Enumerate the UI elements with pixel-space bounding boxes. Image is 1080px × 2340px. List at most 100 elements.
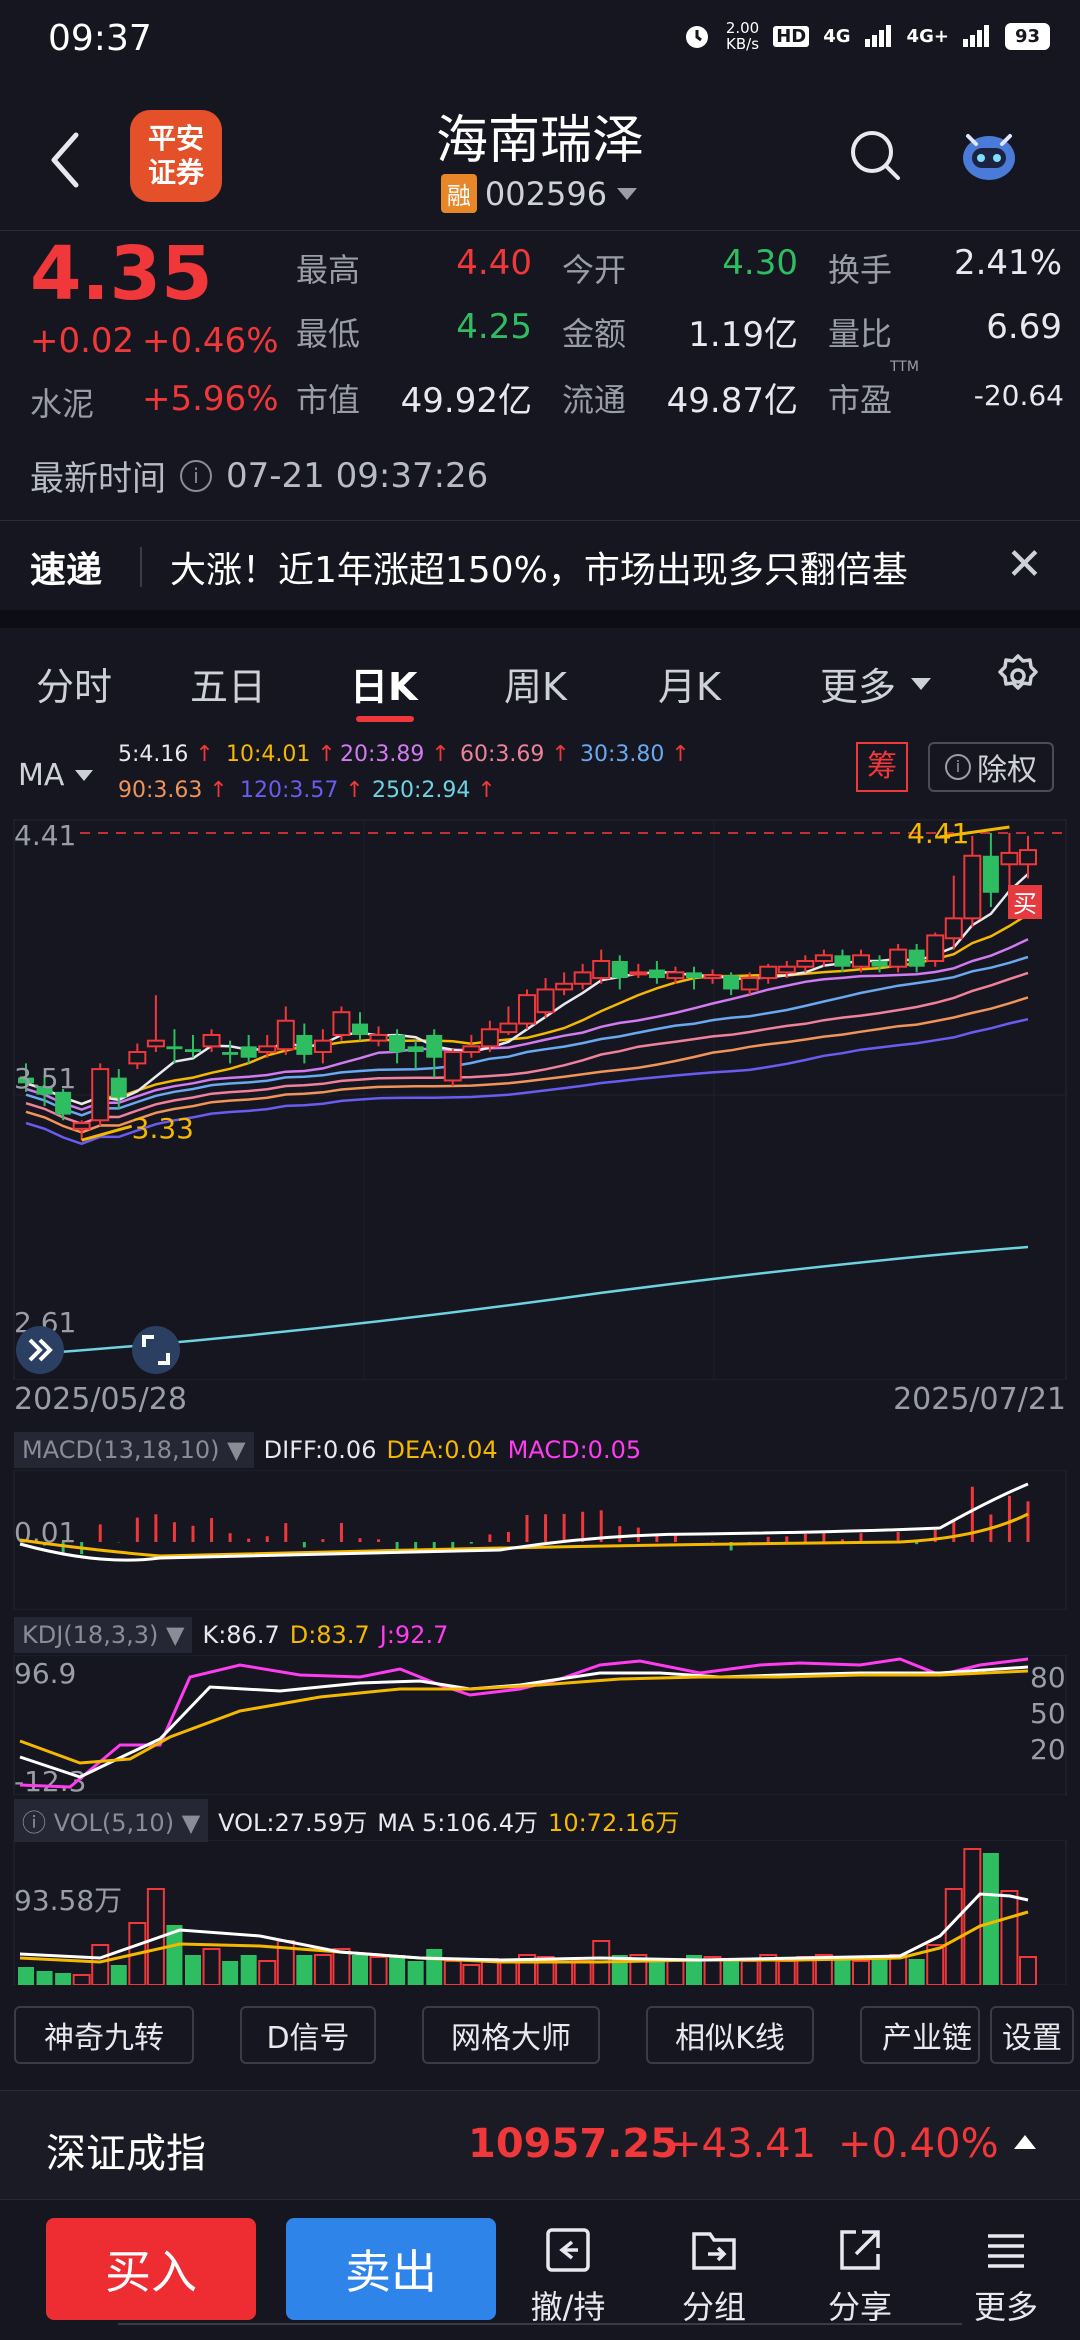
expand-up-icon[interactable] — [1014, 2135, 1036, 2149]
volume-bar — [648, 1959, 665, 1985]
volume-bars — [18, 1848, 1037, 1985]
tab-more[interactable]: 更多 — [820, 656, 932, 711]
tool-industry-chain[interactable]: 产业链 — [860, 2006, 980, 2064]
macd-dea: DEA:0.04 — [386, 1436, 498, 1464]
macd-dea-line — [19, 1512, 1029, 1558]
broker-logo[interactable]: 平安 证券 — [130, 110, 222, 202]
news-tag: 速递 — [30, 550, 103, 591]
ma90-label: 90:3.63 ↑ — [118, 778, 228, 803]
nav-share[interactable]: 分享 — [800, 2224, 920, 2328]
candle-body — [611, 961, 628, 979]
tab-five-day[interactable]: 五日 — [190, 656, 266, 711]
open-label: 今开 — [562, 251, 627, 289]
candle-body — [389, 1034, 406, 1053]
buy-signal-tag[interactable]: 买 — [1008, 885, 1042, 919]
close-icon[interactable]: ✕ — [1006, 539, 1043, 590]
macd-selector[interactable]: MACD(13,18,10) ▼ — [14, 1432, 254, 1468]
volume-selector[interactable]: ⓘ VOL(5,10) ▼ — [14, 1798, 209, 1842]
candle-body — [648, 969, 665, 979]
tool-magic-nine[interactable]: 神奇九转 — [14, 2006, 194, 2064]
volume-bar — [72, 1974, 91, 1985]
kdj-selector[interactable]: KDJ(18,3,3) ▼ — [14, 1617, 193, 1653]
index-change: +43.41 — [668, 2121, 817, 2167]
candle-body — [462, 1045, 481, 1054]
ma10-label: 10:4.01 ↑ — [226, 742, 336, 767]
index-ticker[interactable]: 深证成指 10957.25 +43.41 +0.40% — [0, 2090, 1080, 2200]
macd-chart[interactable]: 0.01 — [0, 1470, 1080, 1610]
price-change: +0.02 — [30, 321, 135, 361]
search-button[interactable] — [848, 128, 902, 182]
sector-name[interactable]: 水泥 — [30, 379, 94, 425]
tab-monthly-k[interactable]: 月K — [658, 656, 721, 711]
volume-axis-label: 93.58万 — [14, 1884, 122, 1917]
tab-weekly-k[interactable]: 周K — [504, 656, 567, 711]
volume-header: ⓘ VOL(5,10) ▼ VOL:27.59万 MA 5:106.4万 10:… — [14, 1798, 680, 1842]
turnover-label: 换手 — [828, 251, 893, 289]
ma-indicator-dropdown[interactable]: MA — [18, 758, 94, 793]
kdj-k: K:86.7 — [202, 1621, 280, 1649]
candle-body — [686, 972, 702, 979]
period-tabs: 分时 五日 日K 周K 月K 更多 — [0, 630, 1080, 730]
sector-change-pct: +5.96% — [142, 379, 279, 419]
pe-value: -20.64 — [973, 379, 1064, 412]
chip-distribution-button[interactable]: 筹 — [856, 742, 908, 792]
kline-chart[interactable]: 4.41 3.51 2.61 4.41 3.33 买 — [0, 815, 1080, 1380]
y-axis-mid: 3.51 — [14, 1062, 76, 1095]
fullscreen-button[interactable] — [132, 1326, 180, 1374]
news-ticker[interactable]: 速递 大涨！近1年涨超150%，市场出现多只翻倍基 ✕ — [0, 520, 1080, 610]
candle-body — [202, 1033, 221, 1048]
nav-more[interactable]: 更多 — [946, 2224, 1066, 2328]
volume-bar — [499, 1960, 518, 1985]
kdj-chart[interactable]: 96.9 -12.3 80 50 20 — [0, 1655, 1080, 1795]
status-bar: 09:37 2.00 KB/s HD 4G 4G+ 93 — [0, 0, 1080, 80]
candle-body — [72, 1122, 91, 1130]
tab-intraday[interactable]: 分时 — [36, 656, 112, 711]
candle-body — [480, 1028, 499, 1048]
stock-header: 海南瑞泽 融 002596 平安 证券 — [0, 90, 1080, 230]
info-icon[interactable]: i — [180, 459, 212, 492]
candle-body — [407, 1046, 424, 1053]
signal-4g-icon: 4G — [823, 25, 851, 47]
pe-label: 市盈 — [828, 381, 893, 419]
low-label: 最低 — [296, 315, 361, 353]
volume-bar — [666, 1960, 685, 1985]
margin-badge: 融 — [440, 174, 477, 213]
volume-bar — [55, 1973, 72, 1985]
tool-similar-kline[interactable]: 相似K线 — [646, 2006, 814, 2064]
back-button[interactable] — [40, 125, 90, 195]
volume-bar — [18, 1967, 34, 1985]
kdj-level-80: 80 — [1030, 1661, 1066, 1694]
tool-d-signal[interactable]: D信号 — [240, 2006, 376, 2064]
ex-rights-button[interactable]: i 除权 — [928, 742, 1054, 792]
candle-body — [166, 1046, 183, 1050]
nav-group[interactable]: 分组 — [654, 2224, 774, 2328]
volume-bar — [852, 1960, 870, 1985]
tab-daily-k[interactable]: 日K — [350, 656, 417, 711]
tool-settings[interactable]: 设置 — [990, 2006, 1074, 2064]
gear-icon — [998, 654, 1038, 690]
volume-bar — [573, 1960, 592, 1985]
volume-bar — [369, 1956, 388, 1985]
candle-body — [55, 1091, 72, 1115]
candle-body — [222, 1052, 239, 1055]
news-headline[interactable]: 大涨！近1年涨超150%，市场出现多只翻倍基 — [170, 541, 990, 593]
tool-grid-master[interactable]: 网格大师 — [422, 2006, 600, 2064]
volume-chart[interactable]: 93.58万 — [0, 1840, 1080, 1985]
ma250-label: 250:2.94 ↑ — [372, 778, 496, 803]
chart-settings-button[interactable] — [994, 652, 1042, 700]
volume-ratio-label: 量比 — [828, 315, 893, 353]
kdj-level-20: 20 — [1030, 1733, 1066, 1766]
chart-tools: 神奇九转 D信号 网格大师 相似K线 产业链 设置 — [0, 2002, 1080, 2072]
date-axis: 2025/05/28 2025/07/21 — [0, 1380, 1080, 1430]
expand-left-button[interactable] — [16, 1326, 64, 1374]
sell-button[interactable]: 卖出 — [286, 2218, 496, 2320]
ai-assistant-button[interactable] — [958, 126, 1020, 186]
volume-ma10: 10:72.16万 — [548, 1808, 680, 1837]
chevron-left-icon — [51, 132, 79, 188]
volume-bar — [332, 1948, 351, 1985]
index-name: 深证成指 — [46, 2131, 206, 2177]
search-icon — [851, 131, 900, 180]
nav-cancel-hold[interactable]: 撤/持 — [508, 2224, 628, 2328]
index-change-pct: +0.40% — [838, 2121, 999, 2167]
buy-button[interactable]: 买入 — [46, 2218, 256, 2320]
